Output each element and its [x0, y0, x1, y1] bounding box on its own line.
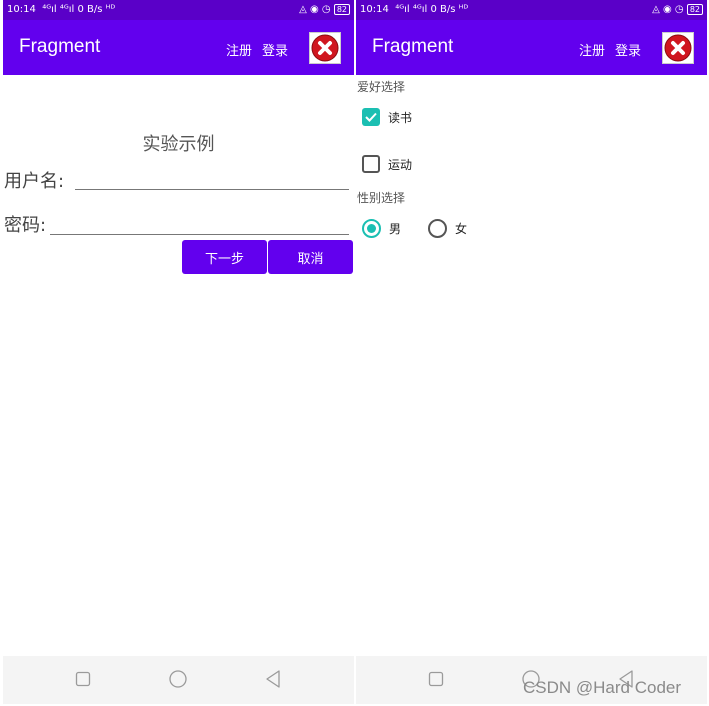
checkbox-sports[interactable]: 运动	[362, 155, 412, 173]
app-bar: Fragment 注册 登录	[356, 20, 707, 75]
phone-preference-screen: 10:14 ⁴ᴳıl ⁴ᴳıl 0 B/s ᴴᴰ ◬ ◉ ◷ 82 Fragme…	[356, 0, 707, 706]
radio-female[interactable]: 女	[428, 219, 467, 238]
radio-selected-icon[interactable]	[362, 219, 381, 238]
home-icon[interactable]	[168, 669, 188, 689]
radio-label: 女	[455, 222, 468, 236]
close-icon	[311, 34, 339, 62]
checkbox-reading[interactable]: 读书	[362, 108, 412, 126]
recent-apps-icon[interactable]	[75, 669, 91, 689]
menu-login[interactable]: 登录	[262, 40, 288, 59]
username-label: 用户名:	[4, 171, 65, 192]
close-icon	[664, 34, 692, 62]
status-bar: 10:14 ⁴ᴳıl ⁴ᴳıl 0 B/s ᴴᴰ ◬ ◉ ◷ 82	[356, 0, 707, 20]
radio-male[interactable]: 男	[362, 219, 401, 238]
alarm-icon: ◬ ◉ ◷	[299, 4, 331, 15]
signal-icon: ⁴ᴳıl ⁴ᴳıl 0 B/s ᴴᴰ	[392, 4, 469, 15]
close-button[interactable]	[309, 32, 341, 64]
alarm-icon: ◬ ◉ ◷	[652, 4, 684, 15]
watermark: CSDN @Hard Coder	[523, 678, 682, 697]
battery-icon: 82	[686, 4, 703, 15]
status-time: 10:14	[360, 4, 389, 15]
cancel-button[interactable]: 取消	[268, 240, 353, 274]
status-time: 10:14	[7, 4, 36, 15]
checkbox-checked-icon[interactable]	[362, 108, 380, 126]
hobby-section-label: 爱好选择	[357, 80, 406, 94]
menu-register[interactable]: 注册	[579, 40, 605, 59]
menu-register[interactable]: 注册	[226, 40, 252, 59]
next-button[interactable]: 下一步	[182, 240, 267, 274]
radio-label: 男	[389, 222, 402, 236]
password-label: 密码:	[4, 215, 47, 236]
menu-login[interactable]: 登录	[615, 40, 641, 59]
recent-apps-icon[interactable]	[428, 669, 444, 689]
username-input[interactable]	[75, 168, 349, 190]
close-button[interactable]	[662, 32, 694, 64]
page-heading: 实验示例	[142, 134, 215, 155]
status-bar: 10:14 ⁴ᴳıl ⁴ᴳıl 0 B/s ᴴᴰ ◬ ◉ ◷ 82	[3, 0, 354, 20]
checkbox-unchecked-icon[interactable]	[362, 155, 380, 173]
app-title: Fragment	[372, 36, 454, 57]
gender-section-label: 性别选择	[357, 191, 406, 205]
navigation-bar	[3, 656, 354, 704]
password-input[interactable]	[50, 213, 349, 235]
radio-unselected-icon[interactable]	[428, 219, 447, 238]
checkbox-label: 读书	[388, 110, 413, 125]
checkbox-label: 运动	[388, 157, 413, 172]
phone-login-screen: 10:14 ⁴ᴳıl ⁴ᴳıl 0 B/s ᴴᴰ ◬ ◉ ◷ 82 Fragme…	[3, 0, 354, 706]
battery-icon: 82	[333, 4, 350, 15]
back-icon[interactable]	[264, 669, 282, 689]
app-bar: Fragment 注册 登录	[3, 20, 354, 75]
signal-icon: ⁴ᴳıl ⁴ᴳıl 0 B/s ᴴᴰ	[39, 4, 116, 15]
app-title: Fragment	[19, 36, 101, 57]
